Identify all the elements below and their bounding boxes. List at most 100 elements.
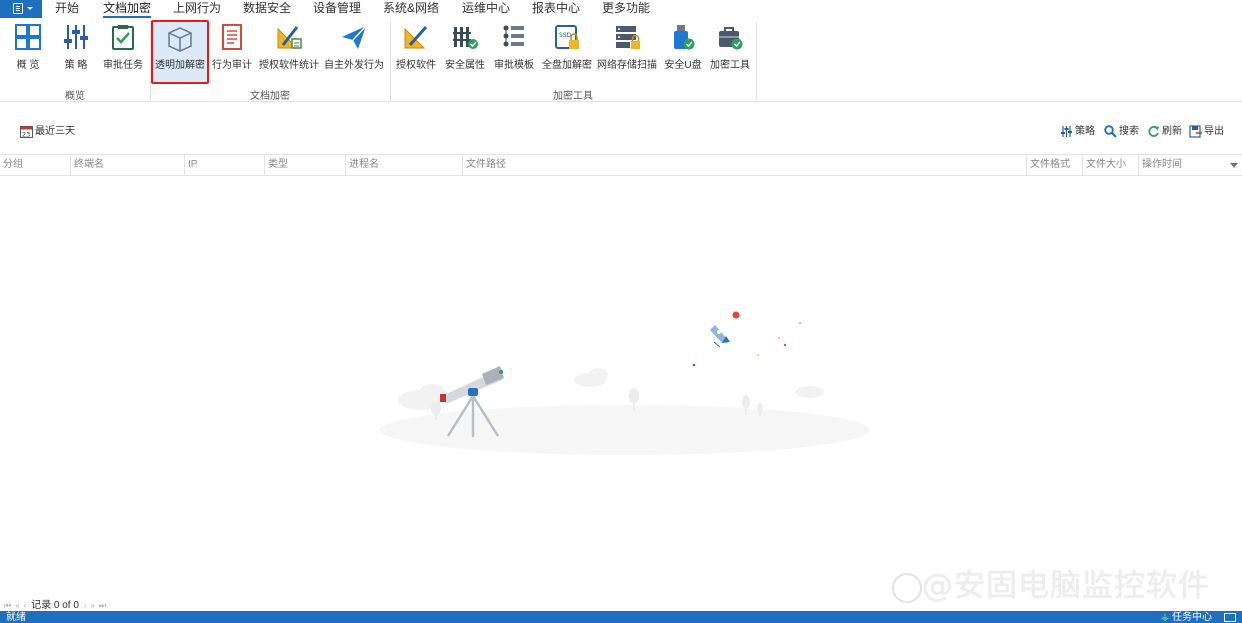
policy-toolbar-label: 策略 — [1075, 126, 1095, 137]
date-filter-button[interactable]: 23 最近三天 — [20, 124, 75, 140]
policy-button-label: 策 略 — [64, 60, 88, 71]
chevron-down-icon[interactable] — [1230, 163, 1238, 168]
transparent-encrypt-button[interactable]: 透明加解密 — [151, 20, 209, 84]
prev-group-icon[interactable]: « — [15, 601, 19, 610]
refresh-button[interactable]: 刷新 — [1147, 124, 1182, 140]
grid-header: 分组 终端名 IP 类型 进程名 文件路径 文件格式 文件大小 操作时间 — [0, 154, 1242, 176]
column-header-terminal-name[interactable]: 终端名 — [71, 155, 185, 175]
full-disk-encrypt-icon: SSD — [555, 25, 579, 49]
approval-template-button[interactable]: 审批模板 — [493, 20, 535, 84]
security-attribute-icon — [453, 27, 478, 49]
tab-ops-center[interactable]: 运维中心 — [462, 1, 510, 18]
tab-device-management[interactable]: 设备管理 — [313, 1, 361, 18]
export-label: 导出 — [1204, 126, 1224, 137]
column-header-ip[interactable]: IP — [185, 155, 265, 175]
approval-template-icon — [503, 25, 524, 47]
overview-button-label: 概 览 — [16, 60, 40, 71]
search-icon — [1104, 125, 1117, 138]
rocket-icon — [710, 325, 730, 348]
tab-report-center[interactable]: 报表中心 — [532, 1, 580, 18]
transparent-encrypt-cube-icon — [168, 27, 192, 52]
watermark: @安固电脑监控软件 — [892, 560, 1210, 605]
policy-sliders-icon — [1060, 125, 1073, 138]
behavior-audit-label: 行为审计 — [212, 60, 252, 71]
chevron-down-icon — [27, 7, 33, 10]
approval-task-icon — [112, 25, 134, 50]
cloud-icon — [796, 386, 824, 398]
menu-bar: 开始 文档加密 上网行为 数据安全 设备管理 系统&网络 运维中心 报表中心 更… — [0, 0, 1242, 18]
tab-data-security[interactable]: 数据安全 — [243, 1, 291, 18]
calendar-icon-text: 23 — [22, 130, 30, 138]
app-menu-icon — [13, 3, 23, 14]
group-label-encryption-tools: 加密工具 — [553, 91, 593, 102]
network-storage-scan-icon — [616, 26, 640, 49]
behavior-audit-button[interactable]: 行为审计 — [211, 20, 253, 84]
authorized-software-stats-button[interactable]: 授权软件统计 — [258, 20, 320, 84]
pager: ⏮ « ‹ 记录 0 of 0 ›» ⏭ — [2, 596, 108, 611]
record-count: 记录 0 of 0 — [31, 600, 79, 611]
task-center-label: 任务中心 — [1172, 612, 1212, 623]
search-label: 搜索 — [1119, 126, 1139, 137]
last-page-icon[interactable]: ⏭ — [99, 601, 106, 610]
column-header-type[interactable]: 类型 — [265, 155, 346, 175]
cloud-icon — [574, 368, 608, 387]
next-page-icon[interactable]: › — [84, 601, 87, 610]
approval-task-button[interactable]: 审批任务 — [100, 20, 146, 84]
ribbon-separator — [756, 22, 757, 102]
next-group-icon[interactable]: » — [90, 601, 94, 610]
column-header-file-path[interactable]: 文件路径 — [463, 155, 1027, 175]
authorized-software-label: 授权软件 — [396, 60, 436, 71]
window-icon[interactable] — [1224, 613, 1236, 622]
authorized-software-button[interactable]: 授权软件 — [395, 20, 437, 84]
network-storage-scan-label: 网络存储扫描 — [597, 60, 657, 71]
authorized-software-icon — [404, 26, 428, 49]
tab-web-behavior[interactable]: 上网行为 — [173, 1, 221, 18]
search-button[interactable]: 搜索 — [1104, 124, 1139, 140]
outbound-send-icon — [342, 25, 367, 49]
app-menu-button[interactable] — [0, 0, 42, 18]
authorized-software-stats-icon — [277, 26, 302, 49]
authorized-software-stats-label: 授权软件统计 — [259, 60, 319, 71]
task-center-button[interactable]: ⚶ 任务中心 — [1161, 611, 1212, 623]
encrypt-tool-icon — [719, 27, 743, 50]
network-storage-scan-button[interactable]: 网络存储扫描 — [597, 20, 657, 84]
svg-text:SSD: SSD — [559, 32, 572, 39]
column-header-file-size[interactable]: 文件大小 — [1083, 155, 1139, 175]
group-label-overview: 概览 — [65, 91, 85, 102]
encrypt-tool-button[interactable]: 加密工具 — [708, 20, 752, 84]
full-disk-encrypt-button[interactable]: SSD 全盘加解密 — [541, 20, 593, 84]
security-attribute-button[interactable]: 安全属性 — [444, 20, 486, 84]
tab-system-network[interactable]: 系统&网络 — [383, 1, 439, 18]
first-page-icon[interactable]: ⏮ — [4, 601, 11, 610]
task-center-icon: ⚶ — [1160, 612, 1170, 623]
outbound-send-button[interactable]: 自主外发行为 — [323, 20, 385, 84]
column-header-operation-time[interactable]: 操作时间 — [1139, 155, 1242, 175]
encrypt-tool-label: 加密工具 — [710, 60, 750, 71]
column-header-process-name[interactable]: 进程名 — [346, 155, 463, 175]
tab-document-encryption[interactable]: 文档加密 — [103, 1, 152, 18]
overview-grid-icon — [15, 24, 41, 50]
refresh-icon — [1147, 125, 1160, 138]
secure-usb-label: 安全U盘 — [664, 60, 702, 71]
secure-usb-button[interactable]: 安全U盘 — [662, 20, 704, 84]
approval-task-button-label: 审批任务 — [103, 60, 143, 71]
secure-usb-icon — [674, 25, 695, 50]
outbound-send-label: 自主外发行为 — [324, 60, 384, 71]
policy-button[interactable]: 策 略 — [56, 20, 96, 84]
export-button[interactable]: 导出 — [1189, 124, 1224, 140]
empty-state-illustration — [380, 311, 870, 455]
refresh-label: 刷新 — [1162, 126, 1182, 137]
column-header-file-format[interactable]: 文件格式 — [1027, 155, 1083, 175]
overview-button[interactable]: 概 览 — [8, 20, 48, 84]
behavior-audit-icon — [222, 24, 242, 50]
column-header-group[interactable]: 分组 — [0, 155, 71, 175]
transparent-encrypt-label: 透明加解密 — [155, 60, 205, 71]
tab-start[interactable]: 开始 — [55, 1, 79, 18]
status-text: 就绪 — [6, 612, 26, 623]
watermark-text: @安固电脑监控软件 — [922, 568, 1210, 604]
policy-toolbar-button[interactable]: 策略 — [1060, 124, 1095, 140]
ribbon: 概 览 策 略 审批任务 概览 透明加解密 行为审计 授权软件统计 自主外发行为… — [0, 18, 1242, 102]
prev-page-icon[interactable]: ‹ — [24, 601, 27, 610]
tab-more-functions[interactable]: 更多功能 — [602, 1, 650, 18]
baidu-logo-icon — [892, 572, 922, 603]
